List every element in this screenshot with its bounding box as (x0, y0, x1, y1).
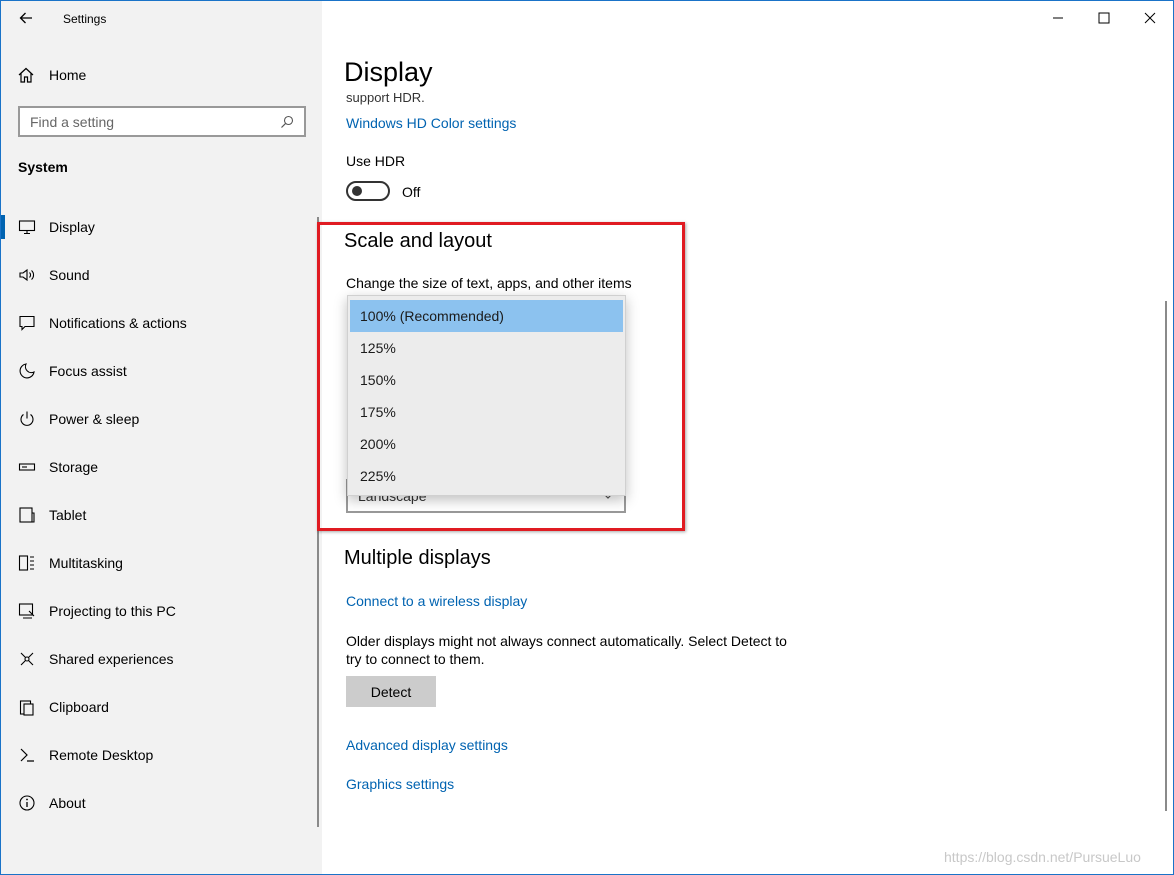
sidebar-item-about[interactable]: About (1, 779, 322, 827)
sidebar-item-clipboard[interactable]: Clipboard (1, 683, 322, 731)
sidebar-item-shared-experiences[interactable]: Shared experiences (1, 635, 322, 683)
sidebar: Settings Home System Display Sound Notif… (1, 1, 322, 874)
annotation-highlight-box (317, 222, 685, 531)
close-icon (1144, 12, 1156, 24)
multitasking-icon (18, 554, 36, 572)
monitor-icon (18, 218, 36, 236)
watermark-text: https://blog.csdn.net/PursueLuo (944, 849, 1141, 865)
search-input[interactable] (30, 113, 280, 130)
moon-icon (18, 362, 36, 380)
detect-button[interactable]: Detect (346, 676, 436, 707)
older-displays-text: Older displays might not always connect … (346, 633, 787, 667)
remote-icon (18, 746, 36, 764)
sidebar-item-label: Power & sleep (49, 411, 140, 427)
sidebar-item-notifications[interactable]: Notifications & actions (1, 299, 322, 347)
speaker-icon (18, 266, 36, 284)
sidebar-item-label: Multitasking (49, 555, 123, 571)
sidebar-item-label: Remote Desktop (49, 747, 154, 763)
cut-off-text: support HDR. (346, 93, 425, 105)
info-icon (18, 794, 36, 812)
use-hdr-label: Use HDR (346, 153, 406, 169)
page-title: Display (344, 57, 433, 87)
storage-icon (18, 458, 36, 476)
use-hdr-state: Off (402, 184, 421, 200)
settings-window: Settings Home System Display Sound Notif… (0, 0, 1174, 875)
sidebar-item-label: Notifications & actions (49, 315, 187, 331)
tablet-icon (18, 506, 36, 524)
sidebar-item-remote-desktop[interactable]: Remote Desktop (1, 731, 322, 779)
maximize-button[interactable] (1081, 1, 1127, 35)
sidebar-item-label: Sound (49, 267, 90, 283)
minimize-button[interactable] (1035, 1, 1081, 35)
projector-icon (18, 602, 36, 620)
multiple-displays-heading: Multiple displays (344, 547, 491, 569)
search-icon[interactable] (280, 115, 294, 129)
use-hdr-toggle[interactable] (346, 181, 390, 201)
back-arrow-icon (19, 12, 32, 24)
sidebar-item-focus-assist[interactable]: Focus assist (1, 347, 322, 395)
sidebar-item-label: Focus assist (49, 363, 127, 379)
home-icon (18, 67, 34, 83)
sidebar-item-label: About (49, 795, 86, 811)
wireless-display-link[interactable]: Connect to a wireless display (346, 593, 527, 609)
sidebar-nav: Display Sound Notifications & actions Fo… (1, 203, 322, 827)
sidebar-item-label: Shared experiences (49, 651, 174, 667)
maximize-icon (1098, 12, 1110, 24)
sidebar-item-multitasking[interactable]: Multitasking (1, 539, 322, 587)
toggle-knob (352, 186, 362, 196)
sidebar-item-display[interactable]: Display (1, 203, 322, 251)
close-button[interactable] (1127, 1, 1173, 35)
advanced-display-settings-link[interactable]: Advanced display settings (346, 737, 508, 753)
clipboard-icon (18, 698, 36, 716)
sidebar-item-label: Tablet (49, 507, 87, 523)
minimize-icon (1053, 17, 1063, 19)
message-icon (18, 314, 36, 332)
sidebar-item-label: Clipboard (49, 699, 109, 715)
home-label: Home (49, 67, 87, 83)
share-icon (18, 650, 36, 668)
sidebar-item-label: Display (49, 219, 95, 235)
section-heading: System (18, 159, 68, 175)
sidebar-item-sound[interactable]: Sound (1, 251, 322, 299)
app-title: Settings (63, 12, 107, 26)
sidebar-item-label: Projecting to this PC (49, 603, 176, 619)
back-button[interactable] (11, 3, 41, 33)
graphics-settings-link[interactable]: Graphics settings (346, 776, 454, 792)
main-scrollbar[interactable] (1165, 301, 1167, 811)
hd-color-settings-link[interactable]: Windows HD Color settings (346, 115, 516, 131)
home-link[interactable]: Home (17, 63, 86, 87)
sidebar-item-power-sleep[interactable]: Power & sleep (1, 395, 322, 443)
sidebar-item-projecting[interactable]: Projecting to this PC (1, 587, 322, 635)
sidebar-item-storage[interactable]: Storage (1, 443, 322, 491)
power-icon (18, 410, 36, 428)
sidebar-item-label: Storage (49, 459, 99, 475)
sidebar-item-tablet[interactable]: Tablet (1, 491, 322, 539)
main-content: Display support HDR. Windows HD Color se… (317, 1, 1173, 874)
search-box[interactable] (18, 106, 306, 137)
